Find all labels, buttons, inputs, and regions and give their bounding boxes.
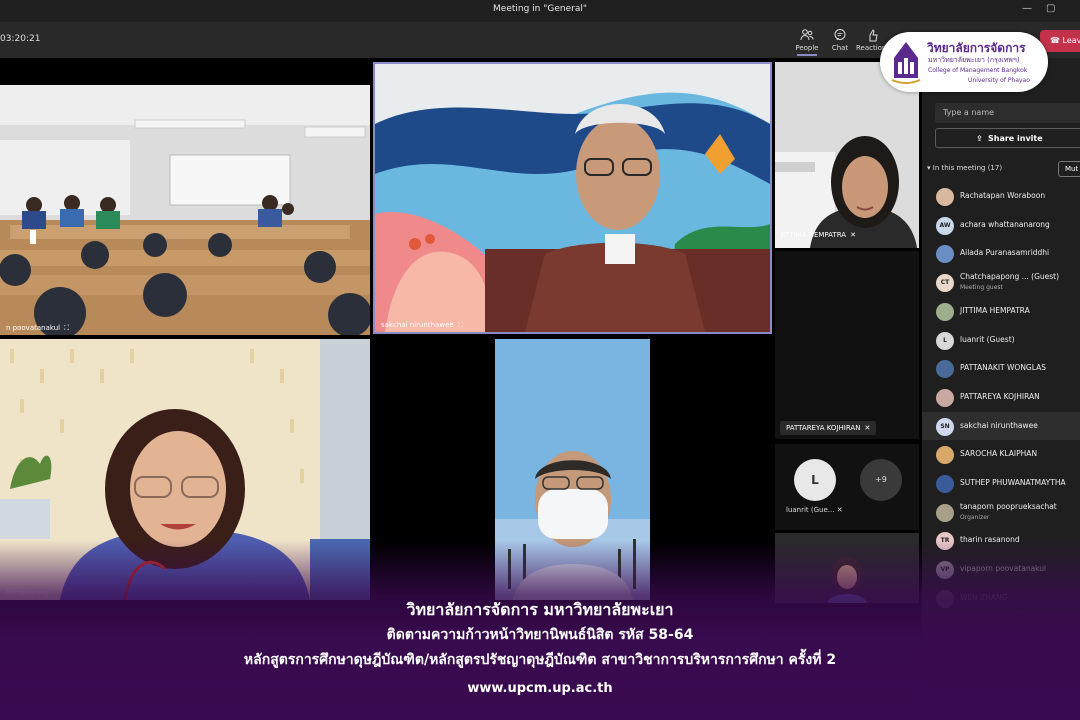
avatar bbox=[936, 388, 954, 407]
tile-name: n poovatanakul bbox=[6, 324, 61, 332]
tile-name: PATTAREYA KOJHIRAN bbox=[786, 424, 861, 432]
participant-item[interactable]: SUTHEP PHUWANATMAYTHA bbox=[922, 469, 1080, 497]
tile-namebar: JITTIMA HEMPATRA ✕ bbox=[775, 228, 862, 242]
phone-icon: ☎ bbox=[1050, 36, 1060, 45]
video-tile-pattareya[interactable]: PATTAREYA KOJHIRAN ✕ bbox=[775, 251, 919, 439]
avatar: AW bbox=[936, 216, 954, 235]
share-invite-label: Share invite bbox=[988, 134, 1043, 143]
participant-name: achara whattananarong bbox=[960, 219, 1050, 229]
tile-namebar: sakchai nirunthawee ⛶ bbox=[375, 318, 469, 332]
participant-role: Meeting guest bbox=[960, 284, 1003, 292]
participant-item[interactable]: SN sakchai nirunthawee bbox=[922, 411, 1080, 440]
in-meeting-label: In this meeting (17) bbox=[932, 164, 1003, 172]
participant-role: Organizer bbox=[960, 513, 990, 521]
tile-namebar: PATTAREYA KOJHIRAN ✕ bbox=[780, 421, 877, 435]
participant-item[interactable]: PATTAREYA KOJHIRAN bbox=[922, 383, 1080, 411]
jittima-video bbox=[775, 62, 919, 248]
caption-program: หลักสูตรการศึกษาดุษฎีบัณฑิต/หลักสูตรปรัช… bbox=[243, 652, 837, 668]
participant-name: Chatchapapong ... (Guest) bbox=[960, 272, 1060, 282]
video-tile-sakchai[interactable]: sakchai nirunthawee ⛶ bbox=[373, 62, 772, 334]
logo-subtitle: มหาวิทยาลัยพะเยา (กรุงเทพฯ) bbox=[928, 56, 1020, 64]
participant-name: Ailada Puranasamriddhi bbox=[960, 248, 1050, 258]
classroom-video bbox=[0, 85, 370, 335]
college-emblem-icon bbox=[891, 42, 921, 84]
overflow-participants: L +9 luanrit (Gue... ✕ bbox=[775, 444, 919, 530]
avatar[interactable]: L bbox=[794, 459, 836, 501]
video-tile-jittima[interactable]: JITTIMA HEMPATRA ✕ bbox=[775, 62, 919, 248]
tile-name: sakchai nirunthawee bbox=[381, 321, 454, 329]
people-label: People bbox=[795, 44, 819, 52]
participant-name: SUTHEP PHUWANATMAYTHA bbox=[960, 478, 1066, 487]
meeting-timer: 03:20:21 bbox=[0, 34, 41, 44]
participant-item[interactable]: AW achara whattananarong bbox=[922, 211, 1080, 239]
chat-button[interactable]: Chat bbox=[822, 27, 858, 52]
avatar: L bbox=[936, 331, 954, 350]
avatar bbox=[936, 302, 954, 321]
sakchai-video bbox=[375, 64, 770, 332]
participant-item[interactable]: JITTIMA HEMPATRA bbox=[922, 297, 1080, 325]
participant-name: luanrit (Guest) bbox=[960, 334, 1015, 344]
participant-item[interactable]: Lluanrit (Guest) bbox=[922, 326, 1080, 354]
caption-website: www.upcm.up.ac.th bbox=[467, 681, 613, 696]
participant-name: Rachatapan Woraboon bbox=[960, 191, 1046, 200]
mic-off-icon: ✕ bbox=[864, 424, 871, 432]
search-input[interactable]: Type a name bbox=[935, 103, 1080, 123]
more-participants-button[interactable]: +9 bbox=[860, 459, 902, 501]
participant-item[interactable]: SAROCHA KLAIPHAN bbox=[922, 440, 1080, 468]
tile-name: JITTIMA HEMPATRA bbox=[781, 231, 847, 239]
avatar: CT bbox=[936, 274, 954, 293]
avatar bbox=[936, 360, 954, 379]
participant-name: PATTANAKIT WONGLAS bbox=[960, 363, 1046, 373]
window-title: Meeting in "General" bbox=[493, 4, 587, 14]
participant-name: JITTIMA HEMPATRA bbox=[960, 305, 1030, 315]
tile-name: luanrit (Gue... bbox=[786, 506, 835, 514]
participant-name: SAROCHA KLAIPHAN bbox=[960, 449, 1038, 459]
share-icon: ⇪ bbox=[976, 134, 983, 143]
participant-name: PATTAREYA KOJHIRAN bbox=[960, 391, 1040, 401]
people-button[interactable]: People bbox=[789, 27, 825, 56]
mic-off-icon: ✕ bbox=[850, 231, 856, 239]
caption-title: วิทยาลัยการจัดการ มหาวิทยาลัยพะเยา bbox=[406, 600, 674, 619]
participant-item[interactable]: tanaporn pooprueksachat Organizer bbox=[922, 498, 1080, 526]
chat-label: Chat bbox=[831, 44, 849, 52]
avatar bbox=[936, 245, 954, 264]
video-tile-classroom[interactable]: n poovatanakul ⛶ bbox=[0, 85, 370, 335]
chat-icon bbox=[822, 27, 858, 42]
caption-subtitle: ติดตามความก้าวหน้าวิทยานิพนธ์นิสิต รหัส … bbox=[386, 627, 694, 643]
maximize-icon[interactable]: ▢ bbox=[1046, 3, 1055, 14]
tile-namebar: n poovatanakul ⛶ bbox=[0, 321, 75, 335]
window-titlebar: Meeting in "General" — ▢ bbox=[0, 0, 1080, 22]
share-invite-button[interactable]: ⇪ Share invite bbox=[935, 128, 1080, 148]
avatar: SN bbox=[936, 417, 954, 436]
avatar bbox=[936, 446, 954, 465]
participant-name: sakchai nirunthawee bbox=[960, 420, 1038, 430]
leave-label: Leave bbox=[1062, 36, 1080, 45]
people-icon bbox=[789, 27, 825, 42]
participant-name: luanrit (Gue... ✕ bbox=[786, 506, 843, 514]
participant-item[interactable]: CT Chatchapapong ... (Guest) Meeting guest bbox=[922, 268, 1080, 296]
mute-all-button[interactable]: Mut bbox=[1058, 161, 1080, 177]
leave-button[interactable]: ☎ Leave bbox=[1040, 30, 1080, 52]
mic-off-icon: ✕ bbox=[836, 506, 843, 514]
reactions-icon bbox=[855, 27, 891, 42]
participant-status-icon: ⛶ bbox=[64, 324, 69, 332]
minimize-icon[interactable]: — bbox=[1022, 3, 1032, 14]
logo-english-line: College of Management Bangkok bbox=[928, 67, 1028, 74]
chevron-down-icon: ▾ bbox=[927, 164, 931, 172]
logo-english-line: University of Phayao bbox=[968, 77, 1030, 84]
participant-name: tanaporn pooprueksachat bbox=[960, 501, 1057, 511]
participant-item[interactable]: Ailada Puranasamriddhi bbox=[922, 239, 1080, 267]
avatar bbox=[936, 475, 954, 493]
participant-item[interactable]: Rachatapan Woraboon bbox=[922, 182, 1080, 210]
avatar bbox=[936, 503, 954, 522]
college-logo: วิทยาลัยการจัดการ มหาวิทยาลัยพะเยา (กรุง… bbox=[880, 32, 1048, 92]
participant-item[interactable]: PATTANAKIT WONGLAS bbox=[922, 354, 1080, 382]
avatar bbox=[936, 188, 954, 206]
in-meeting-header[interactable]: ▾ In this meeting (17) bbox=[927, 164, 1002, 172]
participant-status-icon: ⛶ bbox=[457, 321, 463, 329]
